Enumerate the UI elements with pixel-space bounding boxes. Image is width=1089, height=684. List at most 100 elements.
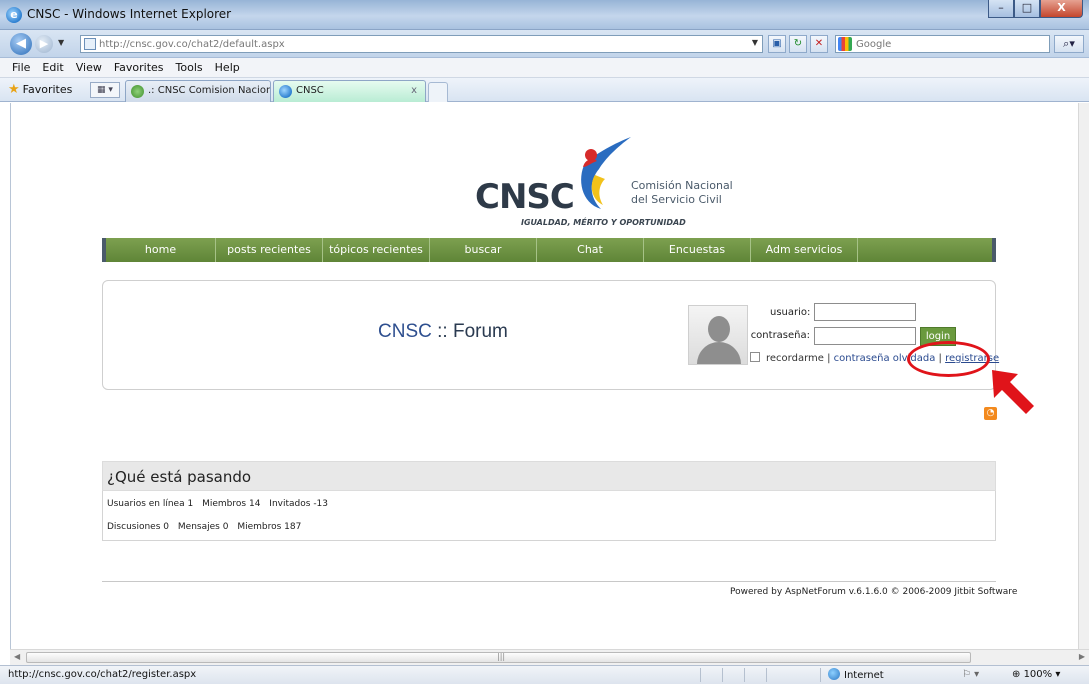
nav-adm-servicios[interactable]: Adm servicios: [751, 238, 858, 262]
zoom-value: 100%: [1023, 669, 1053, 680]
happening-stats: Usuarios en línea 1 Miembros 14 Invitado…: [102, 491, 996, 541]
tab-cnsc-comision[interactable]: .: CNSC Comision Nacion...: [125, 80, 271, 102]
back-button[interactable]: ◀: [10, 33, 32, 55]
forward-button[interactable]: ▶: [35, 35, 53, 53]
password-input[interactable]: [814, 327, 916, 345]
status-divider: [766, 668, 767, 682]
nav-buscar[interactable]: buscar: [430, 238, 537, 262]
stop-icon[interactable]: ✕: [810, 35, 828, 53]
username-label: usuario:: [770, 307, 811, 318]
status-divider: [700, 668, 701, 682]
tab-cnsc-active[interactable]: CNSC x: [273, 80, 426, 102]
guests-label: Invitados: [269, 499, 311, 509]
address-field[interactable]: ▼: [80, 35, 763, 53]
search-field[interactable]: [835, 35, 1050, 53]
logo-swoosh-icon: [581, 137, 631, 209]
address-input[interactable]: [99, 37, 739, 51]
maximize-button[interactable]: □: [1014, 0, 1040, 18]
menu-help[interactable]: Help: [209, 58, 246, 77]
guests-count: -13: [313, 499, 329, 509]
password-label: contraseña:: [750, 330, 810, 341]
nav-encuestas[interactable]: Encuestas: [644, 238, 751, 262]
protected-mode-icon[interactable]: ⚐ ▾: [962, 669, 979, 680]
menu-bar: File Edit View Favorites Tools Help: [0, 58, 1089, 78]
messages-count: 0: [222, 522, 229, 532]
title-bar: e CNSC - Windows Internet Explorer – □ X: [0, 0, 1089, 30]
address-dropdown-icon[interactable]: ▼: [752, 38, 758, 47]
zoom-level[interactable]: ⊕ 100% ▾: [1012, 669, 1060, 680]
remember-checkbox[interactable]: [750, 352, 760, 362]
online-label: Usuarios en línea: [107, 499, 185, 509]
main-nav: home posts recientes tópicos recientes b…: [102, 238, 996, 262]
happening-header: ¿Qué está pasando: [102, 461, 996, 491]
members-count: 14: [248, 499, 261, 509]
status-divider: [722, 668, 723, 682]
search-input[interactable]: [856, 37, 1036, 51]
favorites-label: Favorites: [22, 83, 73, 96]
rss-icon[interactable]: ◔: [984, 407, 997, 420]
new-tab-button[interactable]: [428, 82, 448, 102]
forum-title-rest: :: Forum: [431, 321, 508, 342]
security-zone[interactable]: Internet: [828, 668, 884, 681]
vertical-scrollbar[interactable]: [1078, 103, 1089, 649]
remember-label: recordarme: [766, 353, 824, 364]
discussions-label: Discusiones: [107, 522, 161, 532]
address-toolbar: ◀ ▶ ▼ ▼ ▣ ↻ ✕ ⌕▾: [0, 30, 1089, 58]
tab-label: .: CNSC Comision Nacion...: [148, 85, 271, 96]
footer-divider: [102, 581, 996, 582]
members-label: Miembros: [202, 499, 247, 509]
menu-edit[interactable]: Edit: [36, 58, 69, 77]
history-dropdown-icon[interactable]: ▼: [58, 38, 64, 47]
status-divider: [820, 668, 821, 682]
menu-view[interactable]: View: [70, 58, 108, 77]
scroll-right-icon[interactable]: ▶: [1079, 652, 1085, 661]
scroll-left-icon[interactable]: ◀: [14, 652, 20, 661]
footer-powered-by: Powered by AspNetForum v.6.1.6.0 © 2006-…: [730, 587, 1018, 597]
favorites-star-icon: ★: [8, 82, 20, 97]
search-button[interactable]: ⌕▾: [1054, 35, 1084, 53]
forum-title-brand: CNSC: [378, 321, 432, 342]
favorites-button[interactable]: ★ Favorites: [8, 82, 72, 97]
separator-1: |: [827, 353, 831, 364]
close-button[interactable]: X: [1040, 0, 1083, 18]
tab-ie-icon: [279, 85, 292, 98]
stats-line-content: Discusiones 0 Mensajes 0 Miembros 187: [107, 522, 301, 532]
username-input[interactable]: [814, 303, 916, 321]
online-count: 1: [187, 499, 194, 509]
avatar-head: [708, 316, 730, 342]
scroll-grip-icon: |||: [497, 652, 506, 661]
forum-title: CNSC :: Forum: [378, 321, 508, 343]
nav-chat[interactable]: Chat: [537, 238, 644, 262]
zone-label: Internet: [844, 670, 884, 681]
menu-file[interactable]: File: [6, 58, 36, 77]
status-bar: http://cnsc.gov.co/chat2/register.aspx I…: [0, 665, 1089, 684]
cnsc-logo[interactable]: CNSC Comisión Nacional del Servicio Civi…: [475, 125, 735, 230]
quick-tabs-button[interactable]: ▦ ▾: [90, 82, 120, 98]
menu-favorites[interactable]: Favorites: [108, 58, 170, 77]
logo-slogan: IGUALDAD, MÉRITO Y OPORTUNIDAD: [521, 218, 686, 227]
members-count: 187: [284, 522, 302, 532]
nav-topicos-recientes[interactable]: tópicos recientes: [323, 238, 430, 262]
logo-subtitle-2: del Servicio Civil: [631, 193, 722, 206]
logo-subtitle-1: Comisión Nacional: [631, 179, 733, 192]
avatar-body: [697, 342, 741, 364]
compatibility-view-icon[interactable]: ▣: [768, 35, 786, 53]
stats-line-users: Usuarios en línea 1 Miembros 14 Invitado…: [107, 499, 328, 509]
nav-posts-recientes[interactable]: posts recientes: [216, 238, 323, 262]
refresh-icon[interactable]: ↻: [789, 35, 807, 53]
window-controls: – □ X: [988, 0, 1083, 20]
members-label: Miembros: [237, 522, 282, 532]
minimize-button[interactable]: –: [988, 0, 1014, 18]
favorites-bar: ★ Favorites ▦ ▾ .: CNSC Comision Nacion..…: [0, 78, 1089, 102]
scroll-thumb[interactable]: |||: [26, 652, 971, 663]
horizontal-scrollbar[interactable]: ◀ ||| ▶: [10, 649, 1089, 665]
window-title: CNSC - Windows Internet Explorer: [27, 7, 232, 21]
happening-title: ¿Qué está pasando: [107, 468, 252, 486]
nav-home[interactable]: home: [106, 238, 216, 262]
tab-close-icon[interactable]: x: [411, 81, 417, 101]
page-icon: [84, 38, 96, 50]
tab-label: CNSC: [296, 85, 324, 96]
menu-tools[interactable]: Tools: [170, 58, 209, 77]
ie-icon: e: [6, 7, 22, 23]
logo-text: CNSC: [475, 177, 575, 217]
